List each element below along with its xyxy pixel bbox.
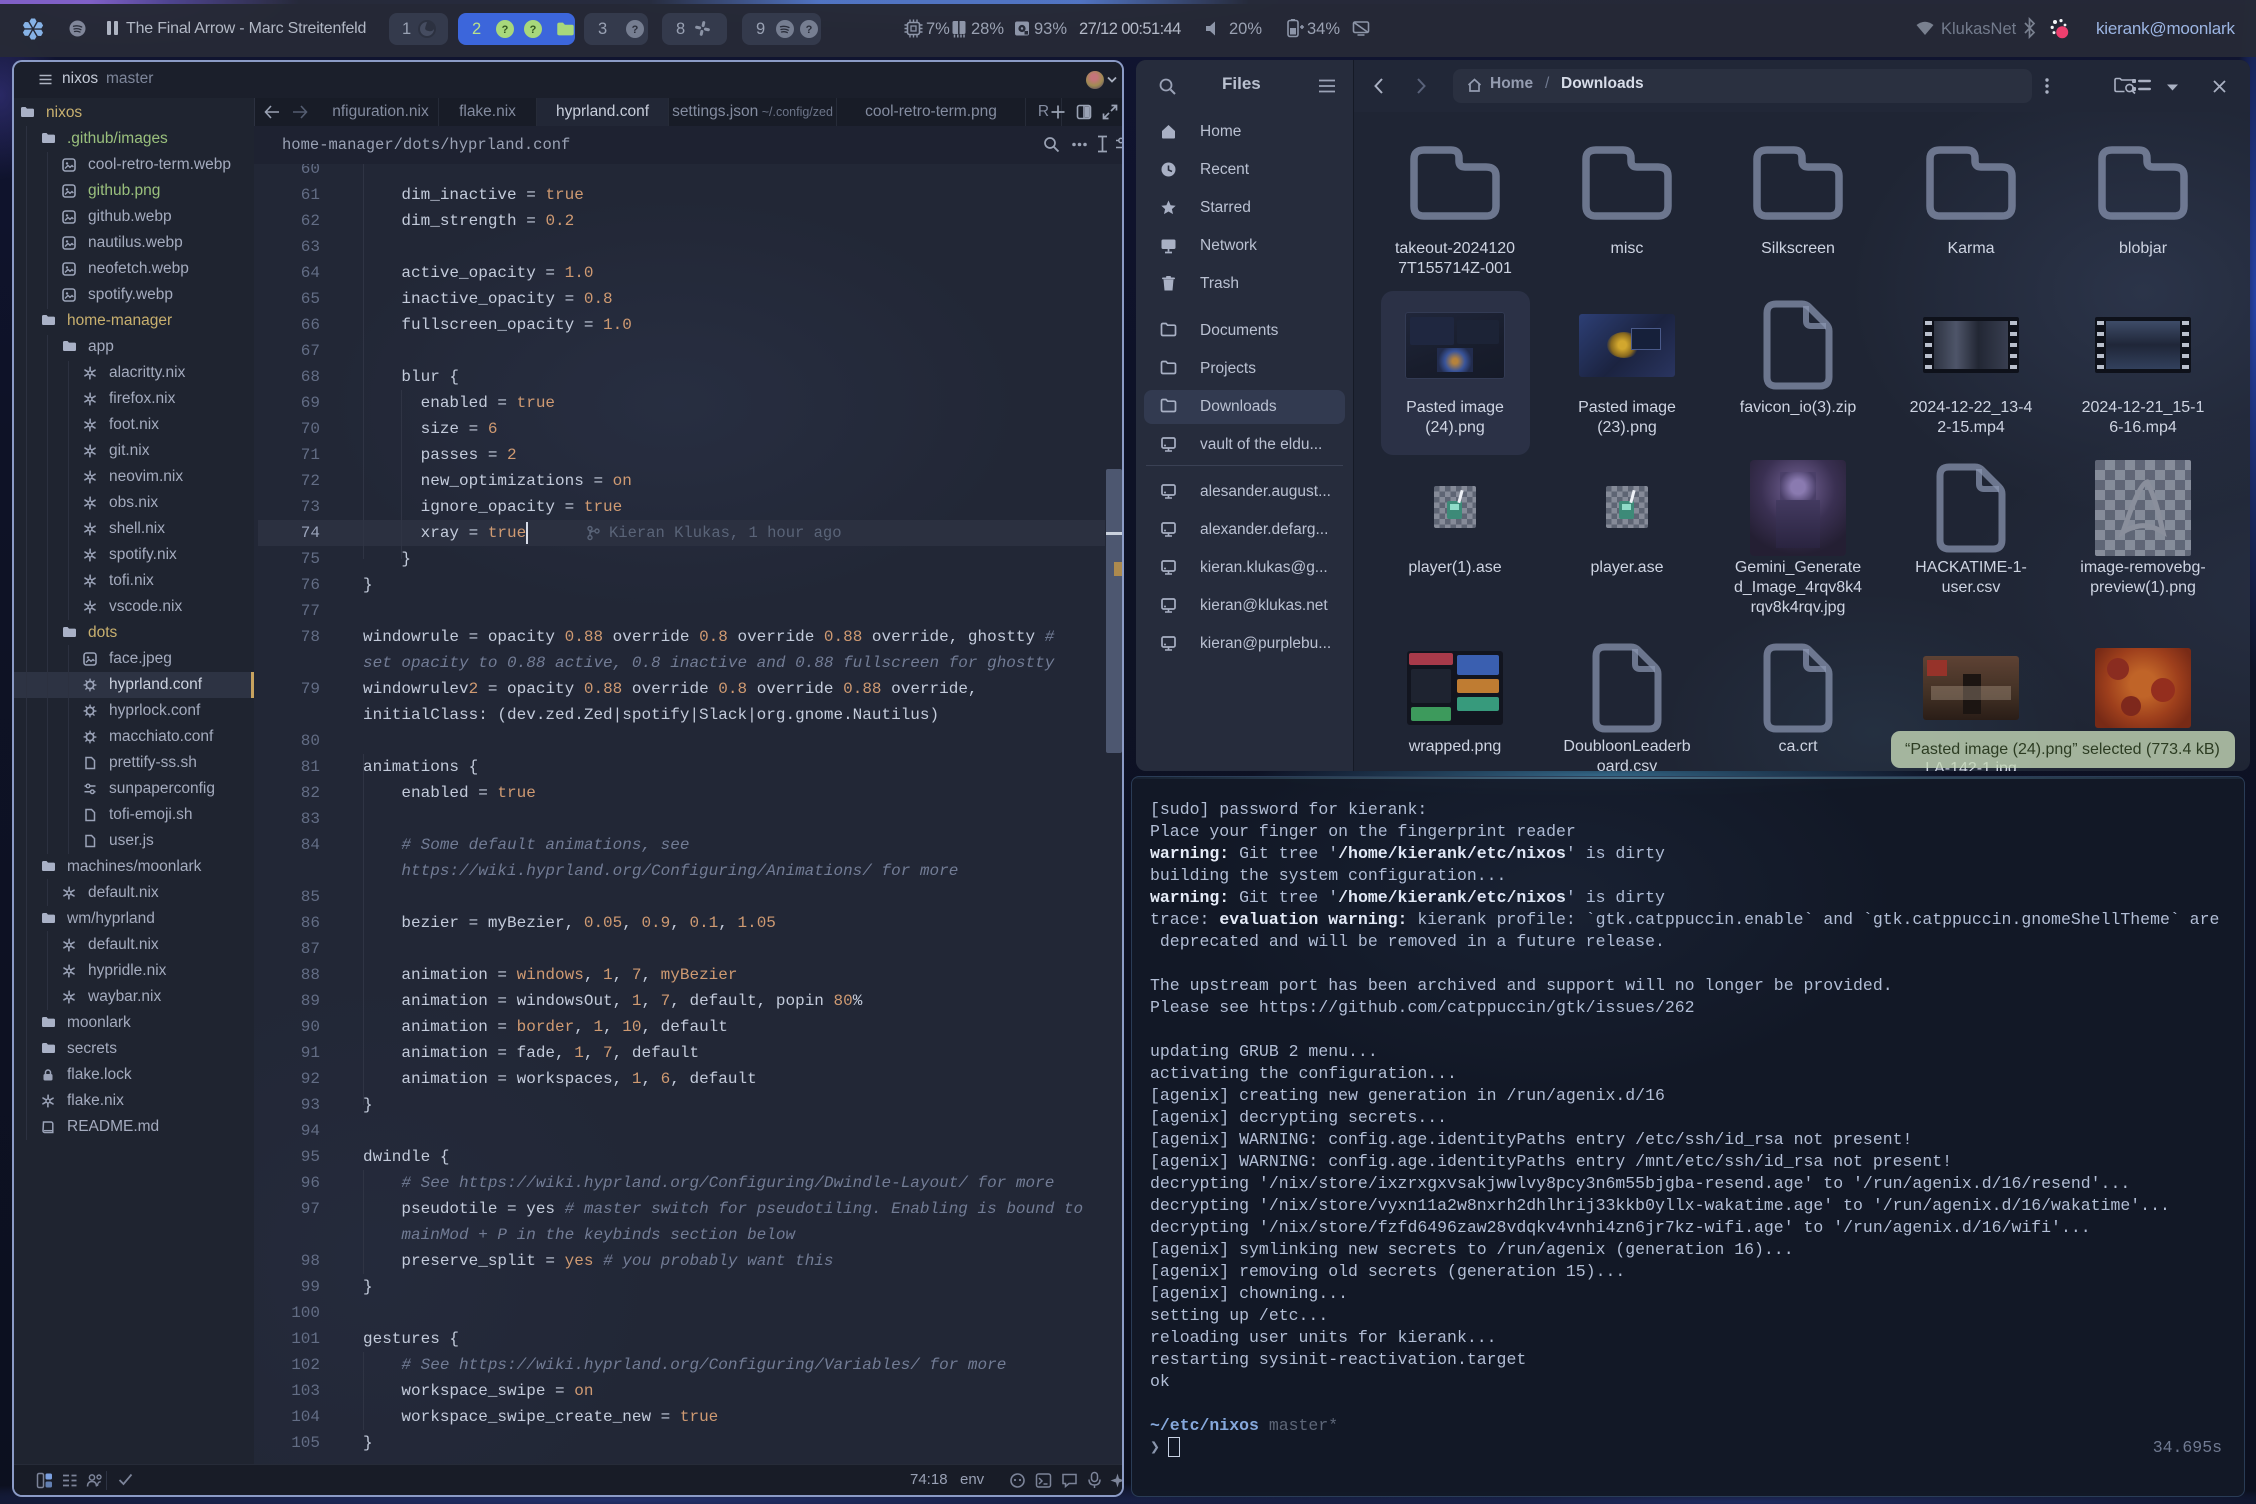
svg-text:?: ? <box>502 24 509 36</box>
svg-text:?: ? <box>530 24 537 36</box>
svg-text:?: ? <box>632 24 639 36</box>
svg-text:?: ? <box>806 24 813 36</box>
